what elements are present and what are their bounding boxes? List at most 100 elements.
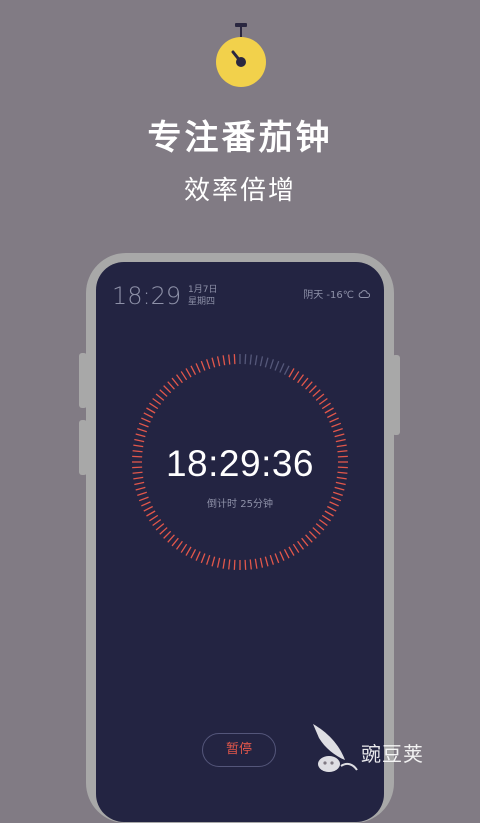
dial-tick (135, 433, 146, 438)
dial-tick (206, 554, 211, 565)
dial-tick (155, 393, 165, 401)
pause-button[interactable]: 暂停 (202, 733, 276, 767)
dial-tick (297, 540, 305, 550)
page-title: 专注番茄钟 (147, 118, 333, 158)
dial-tick (335, 438, 346, 443)
dial-tick (200, 553, 206, 564)
dial-tick (288, 368, 295, 378)
dial-tick (334, 486, 345, 491)
dial-tick (233, 354, 236, 365)
dial-tick (318, 397, 328, 405)
dial-tick (143, 412, 153, 419)
dial-tick (190, 365, 197, 375)
dial-tick (149, 402, 159, 410)
dial-tick (274, 553, 280, 564)
dial-tick (259, 356, 264, 367)
countdown-label: 倒计时 25分钟 (207, 499, 273, 510)
watermark-text: 豌豆荚 (361, 742, 424, 766)
dial-tick (331, 422, 342, 428)
dial-tick (308, 530, 317, 539)
dial-tick (134, 438, 145, 443)
dial-tick (155, 523, 165, 531)
dial-tick (180, 371, 188, 381)
dial-tick (149, 514, 159, 522)
dial-tick (135, 486, 146, 491)
dial-tick (244, 559, 247, 570)
dial-tick (185, 546, 192, 556)
dial-tick (259, 557, 264, 568)
dial-tick (315, 523, 325, 531)
dial-tick (329, 417, 339, 423)
page-subtitle: 效率倍增 (183, 176, 296, 206)
dial-tick (228, 354, 231, 365)
dial-tick (171, 377, 179, 387)
dial-tick (146, 407, 156, 414)
dial-tick (301, 537, 309, 547)
dial-tick (324, 510, 334, 517)
dial-tick (138, 422, 149, 428)
dial-tick (269, 554, 274, 565)
dial-tick (167, 381, 175, 390)
dial-tick (249, 559, 252, 570)
dial-tick (159, 527, 168, 535)
dial-tick (321, 402, 331, 410)
dial-tick (141, 417, 151, 423)
dial-tick (279, 363, 285, 373)
dial-tick (216, 356, 221, 367)
dial-tick (269, 359, 274, 370)
wandoujia-logo (313, 724, 358, 772)
dial-tick (324, 407, 334, 414)
dial-tick (292, 371, 300, 381)
dial-tick (222, 558, 226, 569)
dial-tick (279, 551, 285, 561)
dial-tick (222, 355, 226, 366)
dial-tick (244, 354, 247, 365)
dial-tick (152, 397, 162, 405)
dial-tick (249, 354, 252, 365)
dial-tick (152, 519, 162, 527)
wandoujia-watermark: 豌豆荚 (305, 718, 455, 778)
dial-tick (195, 363, 201, 373)
stopwatch-face (231, 50, 246, 67)
dial-tick (211, 556, 216, 567)
dial-tick (264, 357, 269, 368)
dial-tick (163, 385, 172, 394)
dial-tick (190, 549, 197, 559)
stopwatch-icon (216, 23, 266, 87)
dial-tick (228, 559, 231, 570)
dial-tick (321, 514, 331, 522)
dial-tick (216, 557, 221, 568)
dial-tick (297, 374, 305, 384)
dial-tick (305, 534, 313, 543)
dial-tick (175, 374, 183, 384)
dial-tick (274, 360, 280, 371)
dial-tick (305, 381, 313, 390)
dial-tick (315, 393, 325, 401)
dial-tick (332, 428, 343, 433)
dial-tick (171, 537, 179, 547)
dial-tick (264, 556, 269, 567)
dial-tick (175, 540, 183, 550)
dial-tick (163, 530, 172, 539)
dial-tick (312, 389, 321, 397)
dial-tick (288, 546, 295, 556)
dial-tick (211, 357, 216, 368)
dial-tick (254, 558, 258, 569)
dial-tick (292, 543, 300, 553)
timer-clock: 18:29:36 (165, 443, 315, 484)
dial-tick (137, 428, 148, 433)
dial-tick (200, 360, 206, 371)
dial-tick (146, 510, 156, 517)
dial-tick (283, 549, 290, 559)
dial-tick (308, 385, 317, 394)
dial-tick (159, 389, 168, 397)
dial-tick (254, 355, 258, 366)
stopwatch-stem (240, 27, 242, 37)
dial-tick (195, 551, 201, 561)
dial-tick (312, 527, 321, 535)
dial-tick (233, 559, 236, 570)
dial-tick (334, 433, 345, 438)
dial-tick (327, 412, 337, 419)
dial-tick (283, 365, 290, 375)
dial-tick (301, 377, 309, 387)
